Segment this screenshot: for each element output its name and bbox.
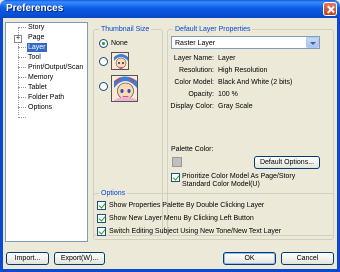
- tree-item-label: Print/Output/Scan: [28, 64, 84, 71]
- ok-button[interactable]: OK: [223, 252, 276, 265]
- prioritize-color-model-checkbox[interactable]: [171, 173, 180, 182]
- display-color-value: Gray Scale: [218, 103, 253, 110]
- chevron-down-icon[interactable]: [306, 37, 319, 48]
- tree-connector: [18, 117, 26, 118]
- thumbnail-small-radio[interactable]: [99, 57, 108, 66]
- resolution-label: Resolution:: [178, 67, 214, 74]
- expand-icon[interactable]: +: [14, 35, 22, 43]
- tree-connector: [18, 47, 26, 48]
- group-legend: Default Layer Properties: [173, 25, 253, 34]
- window-title: Preferences: [6, 3, 64, 14]
- palette-color-label: Palette Color:: [171, 146, 214, 153]
- default-options-button[interactable]: Default Options...: [254, 156, 320, 169]
- tree-item-label: Layer: [27, 43, 47, 52]
- tree-item-label: Page: [28, 34, 45, 41]
- cancel-button[interactable]: Cancel: [281, 252, 334, 265]
- layer-type-select[interactable]: Raster Layer: [171, 36, 320, 49]
- thumbnail-small-preview: [111, 52, 129, 70]
- tree-item-label: Story: [28, 24, 45, 31]
- tree-item-label: Memory: [28, 74, 54, 81]
- tree-item-label: Tool: [28, 54, 41, 61]
- character-thumbnail-icon: [112, 76, 137, 101]
- group-legend: Thumbnail Size: [99, 25, 152, 34]
- show-properties-palette-label: Show Properties Palette By Double Clicki…: [109, 202, 265, 209]
- close-button[interactable]: [323, 2, 337, 16]
- resolution-value: High Resolution: [218, 67, 268, 74]
- opacity-label: Opacity:: [188, 91, 214, 98]
- color-model-label: Color Model:: [174, 79, 214, 86]
- switch-editing-subject-label: Switch Editing Subject Using New Tone/Ne…: [109, 228, 282, 235]
- show-new-layer-menu-checkbox[interactable]: [97, 214, 106, 223]
- thumbnail-none-radio[interactable]: [99, 39, 108, 48]
- layer-name-label: Layer Name:: [173, 55, 214, 62]
- palette-color-swatch[interactable]: [172, 157, 182, 167]
- export-button[interactable]: Export(W)...: [54, 252, 105, 265]
- opacity-value: 100 %: [218, 91, 238, 98]
- layer-type-value: Raster Layer: [175, 40, 216, 47]
- color-model-value: Black And White (2 bits): [218, 79, 293, 86]
- thumbnail-none-label: None: [111, 40, 128, 47]
- tree-connector: [18, 77, 26, 78]
- tree-item-label: Tablet: [28, 84, 47, 91]
- tree-connector: [18, 27, 26, 28]
- thumbnail-large-radio[interactable]: [99, 82, 108, 91]
- title-bar: Preferences: [0, 0, 340, 18]
- category-tree[interactable]: Story + Page Layer Tool Print/Output/Sca…: [5, 22, 88, 242]
- show-properties-palette-checkbox[interactable]: [97, 201, 106, 210]
- display-color-label: Display Color:: [170, 103, 214, 110]
- tree-item-label: Folder Path: [28, 94, 65, 101]
- tree-connector: [18, 107, 26, 108]
- tree-connector: [18, 87, 26, 88]
- tree-connector: [18, 67, 26, 68]
- character-thumbnail-icon: [112, 53, 128, 69]
- tree-connector: [18, 57, 26, 58]
- thumbnail-large-preview: [111, 75, 138, 102]
- tree-item-label: Options: [28, 104, 53, 111]
- group-legend: Options: [99, 189, 128, 198]
- layer-name-value: Layer: [218, 55, 236, 62]
- switch-editing-subject-checkbox[interactable]: [97, 227, 106, 236]
- tree-connector: [18, 97, 26, 98]
- import-button[interactable]: Import...: [6, 252, 49, 265]
- prioritize-color-model-label-line2: Standard Color Model(U): [182, 181, 260, 188]
- show-new-layer-menu-label: Show New Layer Menu By Clicking Left But…: [109, 215, 254, 222]
